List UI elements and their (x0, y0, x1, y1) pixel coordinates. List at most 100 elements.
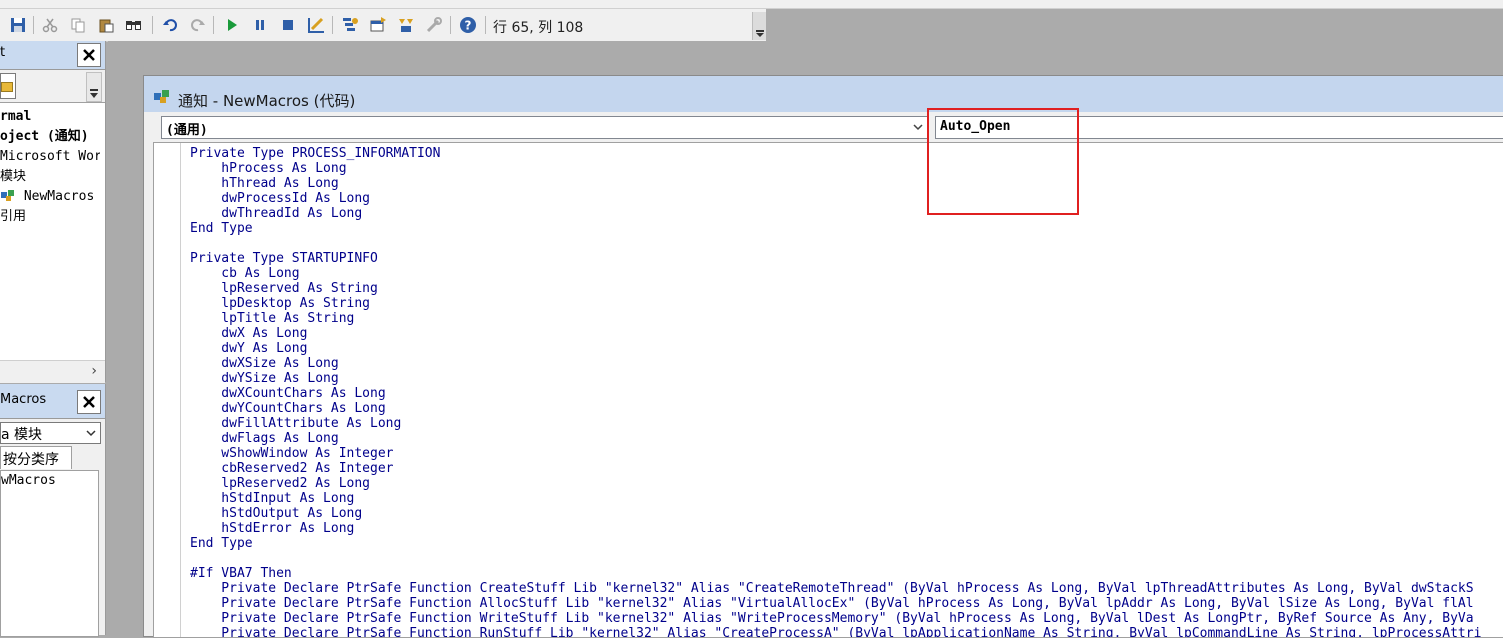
chevron-down-icon (913, 124, 923, 131)
code-line: dwFlags As Long (190, 431, 339, 446)
code-line: Private Declare PtrSafe Function RunStuf… (190, 626, 1482, 638)
project-scrollbar-top[interactable] (86, 72, 102, 102)
code-line: hStdError As Long (190, 521, 355, 536)
code-margin (154, 143, 181, 637)
toolbar-separator (450, 16, 451, 34)
tree-item-references[interactable]: 引用 (0, 207, 100, 227)
highlight-box (927, 108, 1079, 215)
code-window-title: 通知 - NewMacros (代码) (178, 92, 356, 110)
paste-icon[interactable] (96, 15, 116, 35)
design-mode-icon[interactable] (306, 15, 326, 35)
code-line: Private Declare PtrSafe Function CreateS… (190, 581, 1474, 596)
toolbox-icon[interactable] (424, 15, 444, 35)
tree-item-label: NewMacros (23, 189, 95, 204)
code-line: dwXSize As Long (190, 356, 339, 371)
toolbar-separator (213, 16, 214, 34)
tab-label: 按分类序 (3, 452, 59, 468)
reset-icon[interactable] (278, 15, 298, 35)
properties-list-item[interactable]: wMacros (1, 473, 56, 488)
module-icon (1, 190, 14, 201)
undo-icon[interactable] (160, 15, 180, 35)
break-icon[interactable] (250, 15, 270, 35)
svg-text:?: ? (465, 19, 472, 33)
code-line: Private Type PROCESS_INFORMATION (190, 146, 441, 161)
close-icon (83, 49, 95, 61)
code-line: wShowWindow As Integer (190, 446, 394, 461)
save-icon[interactable] (8, 15, 28, 35)
tree-item-word-objects[interactable]: Microsoft Wor (0, 147, 100, 167)
scroll-right-icon[interactable]: › (91, 363, 97, 379)
project-tree: rmal oject (通知) Microsoft Wor 模块 NewMacr… (0, 107, 100, 227)
properties-title-bar: Macros (0, 384, 105, 419)
code-line: hStdInput As Long (190, 491, 355, 506)
copy-icon[interactable] (68, 15, 88, 35)
cut-icon[interactable] (40, 15, 60, 35)
code-text: Private Type PROCESS_INFORMATION hProces… (190, 146, 1482, 638)
project-explorer-title-bar: t (0, 41, 105, 70)
tree-item-modules[interactable]: 模块 (0, 167, 100, 187)
code-line: dwYCountChars As Long (190, 401, 386, 416)
code-line: dwXCountChars As Long (190, 386, 386, 401)
standard-toolbar: ? 行 65, 列 108 (0, 9, 767, 42)
menu-bar-edge (0, 0, 1503, 9)
module-icon (154, 90, 169, 103)
project-explorer-pane: t rmal oject (通知) Microsoft Wor 模块 NewMa… (0, 41, 106, 383)
code-line: dwX As Long (190, 326, 308, 341)
code-line: cb As Long (190, 266, 300, 281)
object-select-value: (通用) (166, 123, 208, 138)
object-browser-icon[interactable] (396, 15, 416, 35)
code-line: lpReserved2 As Long (190, 476, 371, 491)
project-explorer-icon[interactable] (340, 15, 360, 35)
toolbar-separator (485, 16, 486, 34)
help-icon[interactable]: ? (458, 15, 478, 35)
properties-pane: Macros a 模块 按分类序 wMacros (0, 384, 106, 637)
code-line: End Type (190, 221, 253, 236)
code-line: hProcess As Long (190, 161, 347, 176)
code-line: #If VBA7 Then (190, 566, 292, 581)
code-line: Private Type STARTUPINFO (190, 251, 378, 266)
code-line: Private Declare PtrSafe Function AllocSt… (190, 596, 1474, 611)
toolbar-separator (33, 16, 34, 34)
toolbar-separator (332, 16, 333, 34)
run-icon[interactable] (222, 15, 242, 35)
properties-window-icon[interactable] (368, 15, 388, 35)
code-line: lpReserved As String (190, 281, 378, 296)
project-explorer-toolbar (0, 70, 105, 103)
code-line: lpTitle As String (190, 311, 355, 326)
code-line: Private Declare PtrSafe Function WriteSt… (190, 611, 1474, 626)
properties-object-select[interactable]: a 模块 (0, 422, 101, 444)
tree-item-newmacros[interactable]: NewMacros (0, 187, 100, 207)
close-properties-button[interactable] (77, 390, 101, 414)
toggle-folders-button[interactable] (0, 73, 16, 99)
code-line: dwYSize As Long (190, 371, 339, 386)
code-line: hStdOutput As Long (190, 506, 363, 521)
close-icon (83, 396, 95, 408)
tab-categorized[interactable]: 按分类序 (0, 446, 72, 469)
tree-item-normal[interactable]: rmal (0, 107, 100, 127)
project-horizontal-scrollbar[interactable]: › (0, 360, 105, 383)
code-line: dwThreadId As Long (190, 206, 363, 221)
redo-icon[interactable] (188, 15, 208, 35)
chevron-down-icon (86, 430, 96, 437)
code-line: hThread As Long (190, 176, 339, 191)
toolbar-separator (152, 16, 153, 34)
code-line: dwProcessId As Long (190, 191, 371, 206)
tree-item-project[interactable]: oject (通知) (0, 127, 100, 147)
properties-title: Macros (0, 392, 47, 407)
properties-object-value: a 模块 (1, 427, 43, 443)
cursor-position-status: 行 65, 列 108 (493, 20, 584, 36)
toolbar-options-button[interactable] (752, 12, 767, 40)
object-select[interactable]: (通用) (161, 116, 929, 139)
code-window-title-bar: 通知 - NewMacros (代码) (144, 76, 1503, 112)
code-line: dwFillAttribute As Long (190, 416, 402, 431)
find-icon[interactable] (124, 15, 144, 35)
code-editor[interactable]: Private Type PROCESS_INFORMATION hProces… (153, 142, 1503, 638)
code-line: dwY As Long (190, 341, 308, 356)
properties-list: wMacros (0, 470, 99, 637)
code-window: 通知 - NewMacros (代码) (通用) Auto_Open Priva… (143, 75, 1503, 638)
code-line: cbReserved2 As Integer (190, 461, 394, 476)
code-line: End Type (190, 536, 253, 551)
close-project-explorer-button[interactable] (77, 43, 101, 67)
